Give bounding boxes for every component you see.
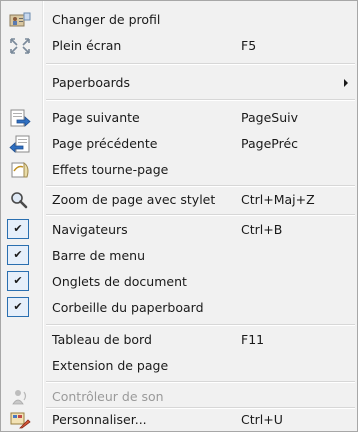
menu-item-onglets-de-document[interactable]: ✔ Onglets de document [1,269,357,295]
customize-icon [9,411,31,429]
checkmark-icon: ✔ [7,271,29,291]
menu-item-shortcut: PagePréc [241,136,299,151]
menu-item-label: Corbeille du paperboard [52,300,204,315]
menu-separator [46,381,355,382]
menu-item-shortcut: Ctrl+Maj+Z [241,192,315,207]
menu-item-label: Barre de menu [52,248,145,263]
menu-item-page-suivante[interactable]: Page suivante PageSuiv [1,105,357,131]
previous-page-icon [9,135,31,153]
fullscreen-icon [9,37,31,55]
menu-item-label: Extension de page [52,358,169,373]
menu-item-zoom-de-page[interactable]: Zoom de page avec stylet Ctrl+Maj+Z [1,187,357,213]
menu-item-barre-de-menu[interactable]: ✔ Barre de menu [1,243,357,269]
menu-separator [46,63,355,64]
submenu-arrow-icon [344,79,348,87]
menu-item-shortcut: Ctrl+B [241,222,283,237]
profile-icon [9,11,31,29]
menu-item-label: Onglets de document [52,274,187,289]
magnifier-icon [9,191,31,209]
menu-item-label: Navigateurs [52,222,128,237]
menu-item-label: Effets tourne-page [52,162,169,177]
menu-item-label: Contrôleur de son [52,389,164,404]
checkmark-icon: ✔ [7,297,29,317]
menu-item-corbeille-du-paperboard[interactable]: ✔ Corbeille du paperboard [1,295,357,321]
menu-separator [46,324,355,325]
menu-separator [46,185,355,186]
next-page-icon [9,109,31,127]
sound-controller-icon [9,388,31,406]
menu-item-changer-de-profil[interactable]: Changer de profil [1,7,357,33]
menu-item-page-precedente[interactable]: Page précédente PagePréc [1,131,357,157]
menu-item-personnaliser[interactable]: Personnaliser... Ctrl+U [1,407,357,431]
menu-item-label: Paperboards [52,75,131,90]
checkmark-icon: ✔ [7,219,29,239]
menu-item-shortcut: F11 [241,332,265,347]
menu-separator [46,99,355,100]
menu-item-label: Personnaliser... [52,412,147,427]
menu-separator [46,214,355,215]
menu-item-label: Page suivante [52,110,140,125]
menu-item-shortcut: PageSuiv [241,110,298,125]
page-turn-icon [9,161,31,179]
view-menu: Changer de profil Plein écran F5 Paperbo… [0,0,358,432]
menu-item-extension-de-page[interactable]: Extension de page [1,353,357,379]
menu-item-label: Plein écran [52,38,122,53]
checkmark-icon: ✔ [7,245,29,265]
menu-item-shortcut: Ctrl+U [241,412,283,427]
menu-item-shortcut: F5 [241,38,257,53]
menu-item-label: Tableau de bord [52,332,152,347]
menu-item-label: Zoom de page avec stylet [52,192,216,207]
menu-item-effets-tourne-page[interactable]: Effets tourne-page [1,157,357,183]
menu-item-tableau-de-bord[interactable]: Tableau de bord F11 [1,327,357,353]
menu-item-label: Page précédente [52,136,158,151]
menu-item-plein-ecran[interactable]: Plein écran F5 [1,33,357,59]
menu-item-paperboards[interactable]: Paperboards [1,70,357,96]
menu-item-label: Changer de profil [52,12,161,27]
menu-item-navigateurs[interactable]: ✔ Navigateurs Ctrl+B [1,217,357,243]
